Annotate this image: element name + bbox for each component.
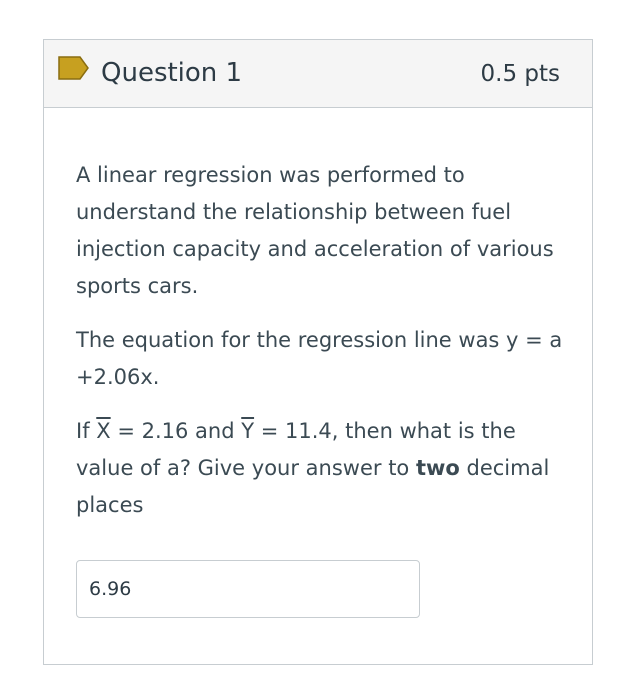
question-header: Question 1 0.5 pts [44,40,592,108]
answer-input[interactable] [76,560,420,618]
question-title: Question 1 [101,58,243,88]
question-paragraph: A linear regression was performed to und… [76,163,554,298]
question-paragraph: The equation for the regression line was… [76,328,563,389]
question-paragraph: If X = 2.16 and Y = 11.4, then what is t… [76,413,566,524]
text-fragment: = 2.16 and [110,419,242,443]
question-text: A linear regression was performed to und… [76,157,566,541]
y-bar-symbol: Y [241,419,255,443]
question-card: Question 1 0.5 pts A linear regression w… [43,39,593,665]
question-points: 0.5 pts [480,61,561,87]
x-bar-symbol: X [96,419,111,443]
flag-question-icon[interactable] [57,56,89,80]
text-fragment: If [76,419,97,443]
bold-text: two [415,456,460,480]
